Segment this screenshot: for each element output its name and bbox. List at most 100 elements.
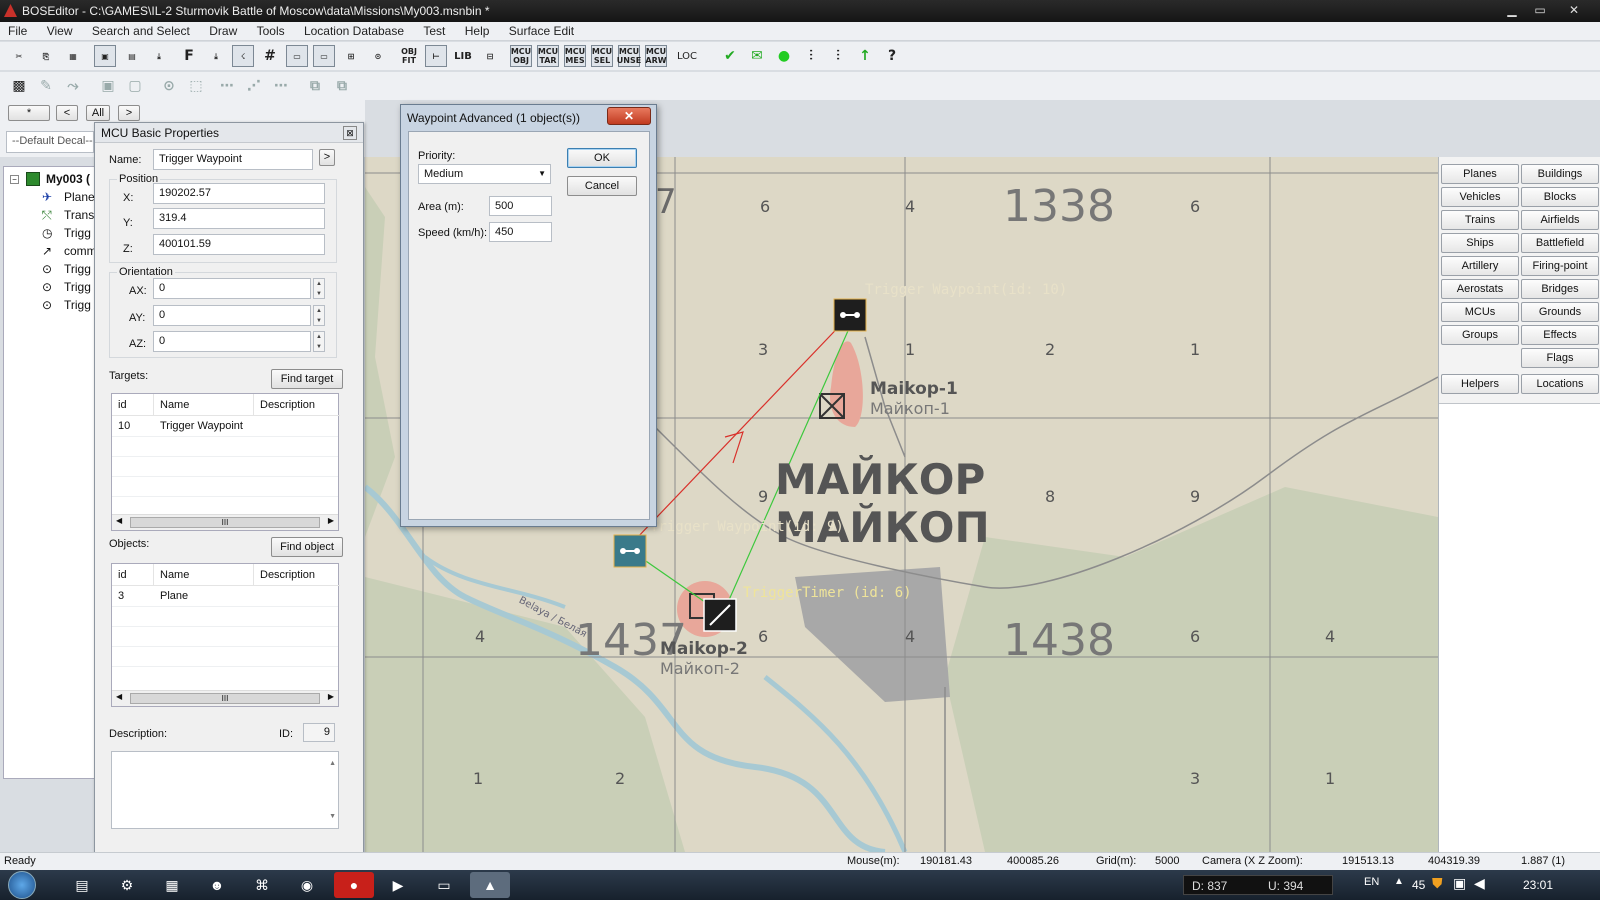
start-button[interactable] xyxy=(8,871,36,899)
altitude-icon[interactable]: ⫶ xyxy=(800,45,822,67)
name-more-button[interactable]: > xyxy=(319,149,335,166)
aerostats-button[interactable]: Aerostats xyxy=(1441,279,1519,299)
tree-item[interactable]: Trigg xyxy=(64,262,91,276)
map-view-icon[interactable]: ▣ xyxy=(94,45,116,67)
clock-icon[interactable]: ⊙ xyxy=(367,45,389,67)
grid-icon[interactable]: # xyxy=(259,45,281,67)
copy-icon[interactable]: ⎘ xyxy=(35,45,57,67)
align-icon[interactable]: ⊢ xyxy=(425,45,447,67)
menu-help[interactable]: Help xyxy=(457,22,498,41)
horizontal-scrollbar[interactable]: ◀ III ▶ xyxy=(112,514,338,530)
menu-location-database[interactable]: Location Database xyxy=(296,22,412,41)
language-indicator[interactable]: EN xyxy=(1364,876,1379,888)
grounds-button[interactable]: Grounds xyxy=(1521,302,1599,322)
message-icon[interactable]: ✉ xyxy=(746,45,768,67)
ax-spinner[interactable]: ▲ ▼ xyxy=(313,278,325,299)
blocks-button[interactable]: Blocks xyxy=(1521,187,1599,207)
game-icon[interactable]: ☻ xyxy=(197,872,237,898)
decal-all-button[interactable]: All xyxy=(86,105,110,121)
spline-icon[interactable]: ⋯ xyxy=(216,75,238,97)
record-icon[interactable]: ● xyxy=(334,872,374,898)
tree-item[interactable]: Trigg xyxy=(64,298,91,312)
obj-fit-button[interactable]: OBJ FIT xyxy=(398,45,420,67)
info-icon[interactable]: ▭ xyxy=(286,45,308,67)
ships-button[interactable]: Ships xyxy=(1441,233,1519,253)
cancel-button[interactable]: Cancel xyxy=(567,176,637,196)
effects-button[interactable]: Effects xyxy=(1521,325,1599,345)
map-layer-icon[interactable]: ▤ xyxy=(121,45,143,67)
ground-icon[interactable]: ⤓ xyxy=(205,45,227,67)
trains-button[interactable]: Trains xyxy=(1441,210,1519,230)
spline-remove-icon[interactable]: ⋯ xyxy=(270,75,292,97)
boseditor-task-icon[interactable]: ▲ xyxy=(470,872,510,898)
mcu-mes-button[interactable]: MCU MES xyxy=(564,45,586,67)
tree-item[interactable]: Trans xyxy=(64,208,94,222)
properties-icon[interactable]: ⊟ xyxy=(479,45,501,67)
horizontal-scrollbar[interactable]: ◀ III ▶ xyxy=(112,690,338,706)
flags-button[interactable]: Flags xyxy=(1521,348,1599,368)
tray-expand-icon[interactable]: ▲ xyxy=(1394,876,1404,887)
link-icon[interactable]: ☇ xyxy=(232,45,254,67)
help-icon[interactable]: ? xyxy=(881,45,903,67)
priority-select[interactable]: Medium ▼ xyxy=(418,164,551,184)
altitude-down-icon[interactable]: ⫶ xyxy=(827,45,849,67)
paste-object-icon[interactable]: ⧉ xyxy=(331,75,353,97)
name-field[interactable]: Trigger Waypoint xyxy=(153,149,313,170)
panel-close-icon[interactable]: ⊠ xyxy=(343,126,357,140)
ok-button[interactable]: OK xyxy=(567,148,637,168)
pen-icon[interactable]: ✎ xyxy=(35,75,57,97)
settings-icon[interactable]: ⚙ xyxy=(107,872,147,898)
text-icon[interactable]: ▭ xyxy=(313,45,335,67)
menu-search-and-select[interactable]: Search and Select xyxy=(84,22,198,41)
media-player-icon[interactable]: ▶ xyxy=(378,872,418,898)
office-icon[interactable]: ▦ xyxy=(152,872,192,898)
ax-field[interactable]: 0 xyxy=(153,278,311,299)
tree-item[interactable]: comm xyxy=(64,244,97,258)
object-list[interactable] xyxy=(1439,403,1600,852)
tree-item[interactable]: Trigg xyxy=(64,280,91,294)
x-field[interactable]: 190202.57 xyxy=(153,183,325,204)
menu-test[interactable]: Test xyxy=(415,22,453,41)
arrow-up-icon[interactable]: ↑ xyxy=(854,45,876,67)
cut-icon[interactable]: ✂ xyxy=(8,45,30,67)
az-field[interactable]: 0 xyxy=(153,331,311,352)
tree-item[interactable]: Trigg xyxy=(64,226,91,240)
battlefield-button[interactable]: Battlefield xyxy=(1521,233,1599,253)
menu-tools[interactable]: Tools xyxy=(249,22,293,41)
menu-view[interactable]: View xyxy=(39,22,81,41)
browser-icon[interactable]: ◉ xyxy=(287,872,327,898)
clock[interactable]: 23:01 xyxy=(1523,878,1553,892)
controller-icon[interactable]: ⌘ xyxy=(242,872,282,898)
mcu-sel-button[interactable]: MCU SEL xyxy=(591,45,613,67)
mcu-tar-button[interactable]: MCU TAR xyxy=(537,45,559,67)
dot-icon[interactable]: ● xyxy=(773,45,795,67)
lib-button[interactable]: LIB xyxy=(452,45,474,67)
description-textarea[interactable]: ▲ ▼ xyxy=(111,751,339,829)
volume-icon[interactable]: ◀ xyxy=(1474,875,1485,892)
column-header[interactable]: Name xyxy=(154,394,254,416)
mcus-button[interactable]: MCUs xyxy=(1441,302,1519,322)
check-icon[interactable]: ✔ xyxy=(719,45,741,67)
column-header[interactable]: id xyxy=(112,394,154,416)
column-header[interactable]: Description xyxy=(254,564,340,586)
table-cell[interactable]: Plane xyxy=(154,586,188,606)
artillery-button[interactable]: Artillery xyxy=(1441,256,1519,276)
path-icon[interactable]: ⤳ xyxy=(62,75,84,97)
shield-icon[interactable]: ⛊ xyxy=(1432,875,1443,892)
font-icon[interactable]: F xyxy=(178,45,200,67)
ay-spinner[interactable]: ▲ ▼ xyxy=(313,305,325,326)
y-field[interactable]: 319.4 xyxy=(153,208,325,229)
vehicles-button[interactable]: Vehicles xyxy=(1441,187,1519,207)
frame-icon[interactable]: ▢ xyxy=(124,75,146,97)
buildings-button[interactable]: Buildings xyxy=(1521,164,1599,184)
select-box-icon[interactable]: ⬚ xyxy=(185,75,207,97)
minimize-button[interactable]: ▁ xyxy=(1500,2,1524,18)
group-icon[interactable]: ⊞ xyxy=(340,45,362,67)
decal-next-button[interactable]: > xyxy=(118,105,140,121)
column-header[interactable]: Description xyxy=(254,394,340,416)
import-icon[interactable]: ⤓ xyxy=(148,45,170,67)
groups-button[interactable]: Groups xyxy=(1441,325,1519,345)
helpers-button[interactable]: Helpers xyxy=(1441,374,1519,394)
speed-field[interactable]: 450 xyxy=(489,222,552,242)
planes-button[interactable]: Planes xyxy=(1441,164,1519,184)
